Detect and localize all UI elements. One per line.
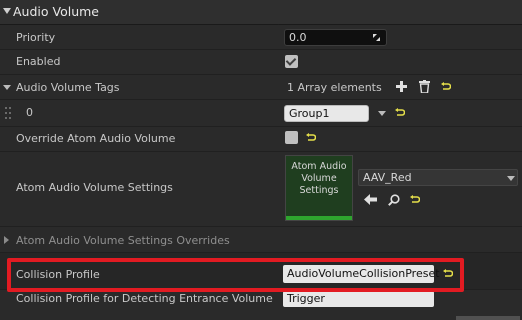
search-icon[interactable] xyxy=(388,194,400,206)
priority-label: Priority xyxy=(16,31,56,44)
tag-value: Group1 xyxy=(289,107,330,120)
overrides-label: Atom Audio Volume Settings Overrides xyxy=(16,234,230,247)
tag-element-row: 0 Group1 xyxy=(0,100,522,127)
priority-input[interactable]: 0.0 xyxy=(284,29,387,46)
grip-icon[interactable] xyxy=(5,107,11,119)
highlight-box xyxy=(7,258,464,292)
settings-label: Atom Audio Volume Settings xyxy=(16,181,173,194)
collision-entrance-value: Trigger xyxy=(287,292,325,305)
add-icon[interactable] xyxy=(396,81,407,92)
reset-arrow-icon[interactable] xyxy=(410,195,420,205)
thumb-accent-bar xyxy=(286,216,352,220)
enabled-label: Enabled xyxy=(16,55,61,68)
reset-arrow-icon[interactable] xyxy=(395,108,405,118)
chevron-down-icon[interactable] xyxy=(378,111,386,116)
details-panel: Audio Volume Priority 0.0 Enabled Audio … xyxy=(0,0,522,320)
thumb-line-1: Atom Audio xyxy=(291,161,347,172)
enabled-checkbox[interactable] xyxy=(285,55,298,68)
tags-label: Audio Volume Tags xyxy=(16,81,120,94)
collision-entrance-input[interactable]: Trigger xyxy=(283,291,434,307)
asset-name: AAV_Red xyxy=(363,171,412,184)
collision-entrance-row: Collision Profile for Detecting Entrance… xyxy=(0,290,522,320)
reset-arrow-icon[interactable] xyxy=(306,133,316,143)
asset-thumbnail[interactable]: Atom Audio Volume Settings xyxy=(285,155,353,221)
tags-count: 1 Array elements xyxy=(287,81,382,94)
priority-value: 0.0 xyxy=(289,31,307,44)
overrides-row[interactable]: Atom Audio Volume Settings Overrides xyxy=(0,227,522,253)
horizontal-scrollbar[interactable] xyxy=(456,316,520,320)
tags-row: Audio Volume Tags 1 Array elements xyxy=(0,75,522,100)
chevron-down-icon[interactable] xyxy=(3,8,11,14)
thumb-line-2: Volume xyxy=(301,173,337,184)
tag-value-input[interactable]: Group1 xyxy=(284,105,369,122)
browse-arrow-icon[interactable] xyxy=(364,194,377,205)
override-row: Override Atom Audio Volume xyxy=(0,127,522,152)
override-label: Override Atom Audio Volume xyxy=(16,132,176,145)
priority-row: Priority 0.0 xyxy=(0,25,522,50)
section-header[interactable]: Audio Volume xyxy=(0,0,522,25)
asset-picker[interactable]: AAV_Red xyxy=(358,169,518,186)
section-title: Audio Volume xyxy=(13,4,99,19)
reset-arrow-icon[interactable] xyxy=(441,82,451,92)
enabled-row: Enabled xyxy=(0,50,522,75)
settings-row: Atom Audio Volume Settings xyxy=(0,152,522,227)
chevron-right-icon[interactable] xyxy=(4,236,9,244)
chevron-down-icon[interactable] xyxy=(3,85,11,90)
tag-index: 0 xyxy=(26,106,33,119)
chevron-down-icon xyxy=(507,176,515,181)
trash-icon[interactable] xyxy=(419,80,430,93)
collision-entrance-label: Collision Profile for Detecting Entrance… xyxy=(16,292,273,305)
override-checkbox[interactable] xyxy=(285,131,298,144)
drag-icon xyxy=(373,34,380,41)
thumb-line-3: Settings xyxy=(299,185,339,196)
